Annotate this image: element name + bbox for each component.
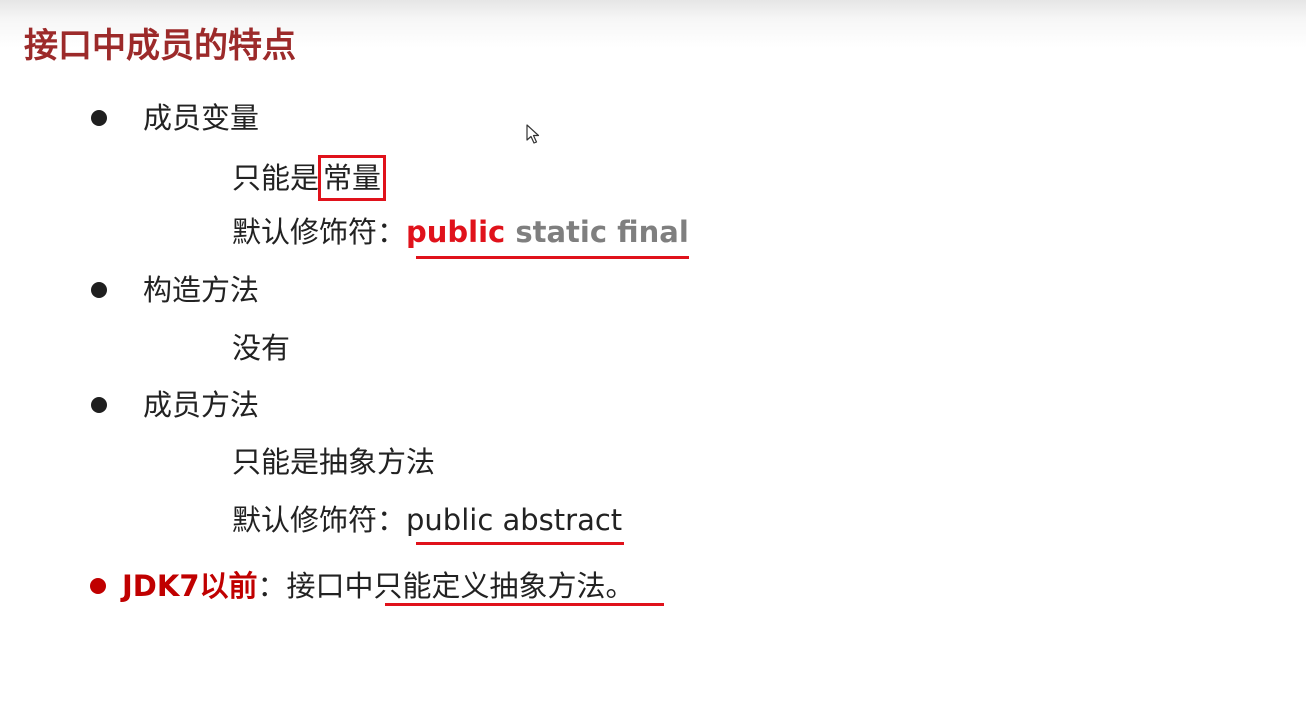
member-variables-line1: 只能是 常量 xyxy=(232,155,387,201)
method-default-modifier-label: 默认修饰符： xyxy=(232,503,407,537)
jdk7-underline xyxy=(385,603,664,606)
slide-title: 接口中成员的特点 xyxy=(24,26,296,66)
constant-boxed-highlight: 常量 xyxy=(318,155,387,201)
mouse-pointer-icon xyxy=(526,124,540,144)
member-variables-line2: 默认修饰符：public static final xyxy=(232,212,689,252)
jdk7-colon: ： xyxy=(257,569,287,603)
member-methods-line1: 只能是抽象方法 xyxy=(232,445,436,479)
jdk7-label: JDK7以前 xyxy=(122,569,258,603)
variable-modifier-underline xyxy=(416,256,689,259)
default-modifier-label: 默认修饰符： xyxy=(232,215,407,249)
jdk7-text-underlined: 只能定义抽象方法。 xyxy=(373,569,635,603)
bullet-jdk7 xyxy=(90,578,106,594)
member-methods-heading: 成员方法 xyxy=(143,388,260,422)
member-variables-heading: 成员变量 xyxy=(143,101,260,135)
public-keyword: public xyxy=(406,215,506,249)
constructor-heading: 构造方法 xyxy=(143,273,260,307)
method-modifier-underline xyxy=(416,542,624,545)
constructor-line1: 没有 xyxy=(232,331,291,365)
member-methods-line2: 默认修饰符：public abstract xyxy=(232,500,622,540)
bullet-constructor xyxy=(91,282,107,298)
bullet-member-variables xyxy=(91,110,107,126)
static-final-keywords: static final xyxy=(505,215,689,249)
public-abstract-keywords: public abstract xyxy=(406,503,623,537)
bullet-member-methods xyxy=(91,397,107,413)
jdk7-text-prefix: 接口中 xyxy=(286,569,374,603)
only-constant-prefix: 只能是 xyxy=(232,161,320,195)
jdk7-line: JDK7以前：接口中只能定义抽象方法。 xyxy=(122,566,635,606)
